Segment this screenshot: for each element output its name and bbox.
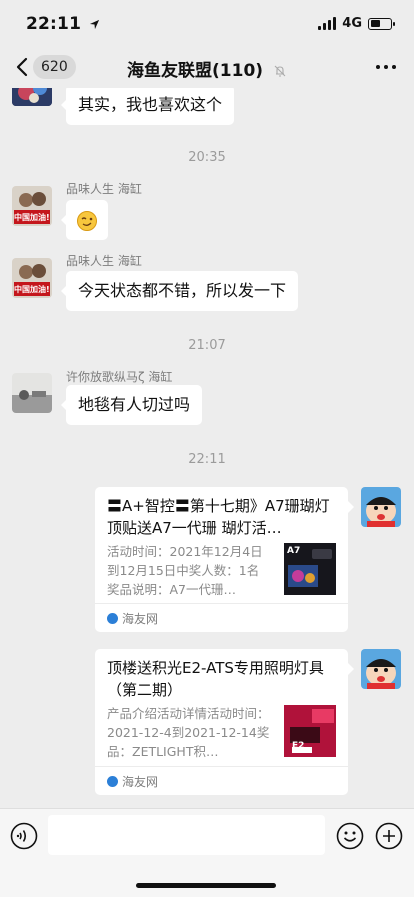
avatar-caption: 中国加油! [14,213,50,222]
source-logo-icon [107,776,118,787]
card-source: 海友网 [122,612,159,626]
status-indicators: 4G [318,16,395,31]
avatar-caption: 中国加油! [14,285,50,294]
input-bar [0,808,414,897]
card-title: 〓A+智控〓第十七期》A7珊瑚灯顶贴送A7一代珊 瑚灯活… [107,497,330,537]
emoji-icon[interactable] [336,822,364,850]
sticker-bubble[interactable] [61,200,108,240]
card-description: 活动时间：2021年12月4日到12月15日中奖人数：1名奖品说明：A7一代珊… [107,544,263,597]
home-indicator [136,883,276,888]
timestamp: 21:07 [188,338,226,353]
card-footer: 海友网 [95,766,348,795]
chat-title: 海鱼友联盟(110) [127,61,264,81]
my-avatar[interactable] [361,649,401,689]
card-thumbnail: E2 [284,705,336,757]
message-bubble[interactable]: 其实，我也喜欢这个 [60,88,235,125]
link-card[interactable]: 〓A+智控〓第十七期》A7珊瑚灯顶贴送A7一代珊 瑚灯活… 活动时间：2021年… [95,487,354,632]
sender-name: 品味人生 海缸 [66,182,142,196]
card-source: 海友网 [122,775,159,789]
message-text: 地毯有人切过吗 [78,395,191,414]
status-time: 22:11 [26,14,100,34]
card-thumbnail: A7 [284,543,336,595]
location-arrow-icon [90,19,100,29]
timestamp: 22:11 [188,452,226,467]
timestamp: 20:35 [188,150,226,165]
card-description: 产品介绍活动详情活动时间：2021-12-4到2021-12-14奖品：ZETL… [107,706,270,759]
card-title: 顶楼送积光E2-ATS专用照明灯具（第二期） [107,659,324,699]
link-card[interactable]: 顶楼送积光E2-ATS专用照明灯具（第二期） 产品介绍活动详情活动时间：2021… [95,649,354,795]
message-text: 今天状态都不错，所以发一下 [78,281,287,300]
nav-bar: 620 海鱼友联盟(110) [0,48,414,88]
mute-bell-icon [274,65,286,77]
plus-icon[interactable] [375,822,403,850]
crayon-shinchan-avatar-icon [361,487,401,527]
avatar[interactable]: 中国加油! [12,186,52,226]
avatar-image-icon [12,88,52,106]
source-logo-icon [107,613,118,624]
wink-emoji-icon [77,210,97,231]
crayon-shinchan-avatar-icon [361,649,401,689]
signal-icon [318,17,337,30]
message-bubble[interactable]: 地毯有人切过吗 [60,385,203,425]
battery-icon [368,17,395,30]
voice-input-icon[interactable] [10,822,38,850]
message-bubble[interactable]: 今天状态都不错，所以发一下 [60,271,299,311]
message-text: 其实，我也喜欢这个 [78,95,223,114]
more-options-icon[interactable] [376,65,396,69]
avatar-image-icon [12,373,52,413]
my-avatar[interactable] [361,487,401,527]
network-type: 4G [342,16,362,31]
avatar[interactable] [12,373,52,413]
thumbnail-label: E2 [292,741,305,751]
card-footer: 海友网 [95,603,348,632]
battery-level [370,20,381,27]
message-input[interactable] [48,815,325,855]
avatar[interactable]: 中国加油! [12,258,52,298]
sender-name: 许你放歌纵马ζ 海缸 [66,370,173,384]
thumbnail-label: A7 [287,546,301,556]
chat-list[interactable]: 其实，我也喜欢这个 20:35 中国加油! 品味人生 海缸 中国加油! 品味人生… [0,88,414,808]
clock: 22:11 [26,14,82,34]
status-bar: 22:11 4G [0,0,414,48]
sender-name: 品味人生 海缸 [66,254,142,268]
chat-title-wrap: 海鱼友联盟(110) [0,56,414,81]
avatar[interactable] [12,88,52,106]
